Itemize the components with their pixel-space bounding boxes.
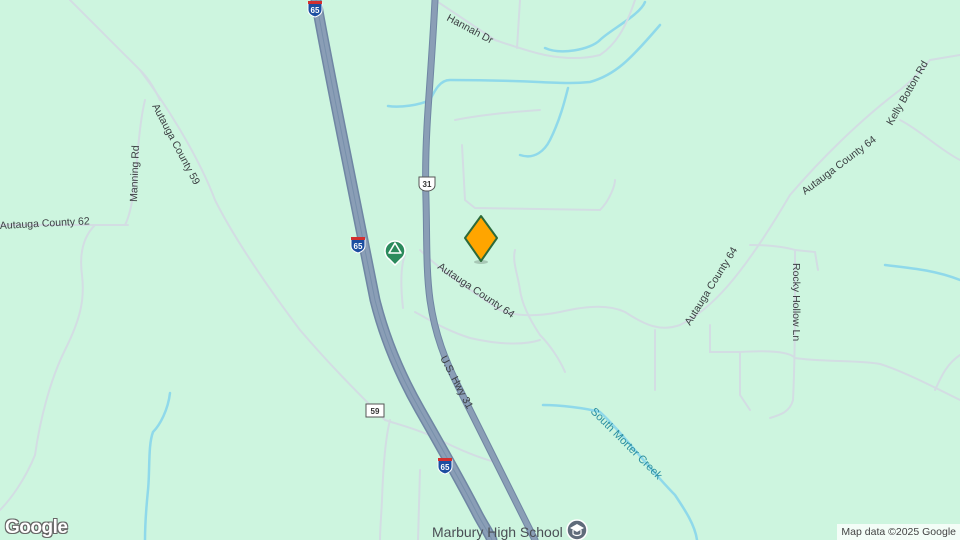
svg-text:31: 31 bbox=[423, 180, 432, 189]
diamond-pin-icon[interactable] bbox=[464, 215, 498, 264]
road-label-autauga-64-west: Autauga County 64 bbox=[435, 261, 516, 321]
svg-text:65: 65 bbox=[354, 242, 363, 251]
map-attribution[interactable]: Map data ©2025 Google bbox=[837, 524, 960, 540]
i65-shield-bottom: 65 bbox=[437, 458, 453, 475]
google-logo: Google bbox=[5, 517, 68, 538]
campground-icon[interactable] bbox=[384, 240, 406, 267]
route-59-shield: 59 bbox=[365, 403, 385, 418]
svg-text:65: 65 bbox=[311, 6, 320, 15]
i65-shield-middle: 65 bbox=[350, 237, 366, 254]
us31-shield: 31 bbox=[418, 176, 436, 192]
map-canvas[interactable]: Hannah Dr Autauga County 59 Manning Rd A… bbox=[0, 0, 960, 540]
i65-shield-top: 65 bbox=[307, 1, 323, 18]
water-features bbox=[143, 0, 960, 540]
road-label-autauga-62: Autauga County 62 bbox=[0, 215, 90, 232]
road-label-kelly-botton-rd: Kelly Botton Rd bbox=[884, 59, 931, 128]
road-label-manning-rd: Manning Rd bbox=[128, 145, 142, 202]
road-label-hannah-dr: Hannah Dr bbox=[445, 12, 496, 47]
water-label-south-morter-creek: South Morter Creek bbox=[588, 406, 665, 483]
road-label-rocky-hollow-ln: Rocky Hollow Ln bbox=[790, 263, 802, 341]
road-label-autauga-64-east: Autauga County 64 bbox=[682, 245, 740, 328]
road-label-us-hwy-31: U.S. Hwy 31 bbox=[437, 354, 475, 411]
road-label-autauga-59: Autauga County 59 bbox=[149, 102, 202, 187]
school-icon[interactable] bbox=[566, 519, 588, 540]
school-label[interactable]: Marbury High School bbox=[432, 524, 563, 540]
svg-text:65: 65 bbox=[441, 463, 450, 472]
svg-text:59: 59 bbox=[371, 407, 380, 416]
map-layer: Hannah Dr Autauga County 59 Manning Rd A… bbox=[0, 0, 960, 540]
